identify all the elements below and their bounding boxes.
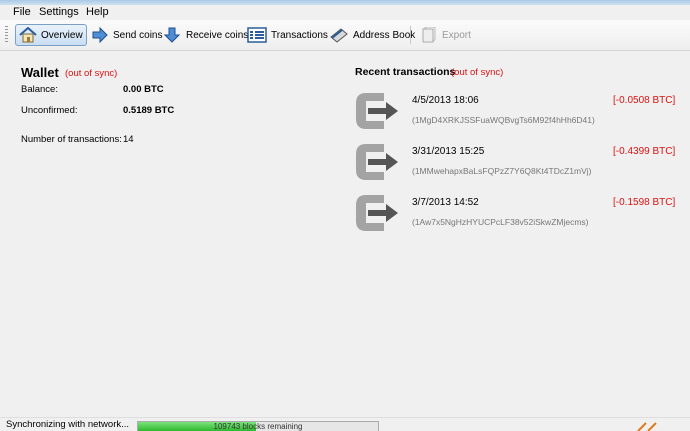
transaction-address: (1MgD4XRKJSSFuaWQBvgTs6M92f4hHh6D41) [412, 115, 595, 125]
receive-arrow-icon [164, 27, 181, 43]
send-coins-button[interactable]: Send coins [88, 24, 165, 46]
transaction-date: 4/5/2013 18:06 [412, 95, 479, 106]
transaction-count-label: Number of transactions: [21, 134, 122, 145]
receive-coins-button[interactable]: Receive coins [161, 24, 251, 46]
receive-coins-label: Receive coins [186, 29, 249, 41]
recent-sync-status: (out of sync) [451, 67, 504, 78]
transaction-address: (1Aw7x5NgHzHYUCPcLF38v52iSkwZMjecms) [412, 217, 589, 227]
balance-value: 0.00 BTC [123, 84, 164, 95]
overview-page: Wallet (out of sync) Balance: 0.00 BTC U… [0, 51, 690, 417]
status-bar: Synchronizing with network... 109743 blo… [0, 417, 690, 431]
overview-button[interactable]: Overview [15, 24, 87, 46]
menu-file[interactable]: File [13, 6, 31, 18]
overview-label: Overview [41, 29, 83, 41]
export-label: Export [442, 29, 471, 41]
address-book-button[interactable]: Address Book [326, 24, 418, 46]
wallet-title: Wallet [21, 65, 59, 80]
export-button[interactable]: Export [417, 24, 474, 46]
unconfirmed-label: Unconfirmed: [21, 105, 78, 116]
sync-activity-icon [637, 422, 657, 431]
menu-bar: File Settings Help [0, 5, 690, 20]
transactions-button[interactable]: Transactions [244, 24, 331, 46]
outgoing-transaction-icon [356, 144, 398, 180]
toolbar-separator [410, 26, 411, 44]
wallet-sync-status: (out of sync) [65, 68, 118, 79]
sync-status-text: Synchronizing with network... [6, 419, 130, 430]
send-coins-label: Send coins [113, 29, 163, 41]
transaction-date: 3/7/2013 14:52 [412, 197, 479, 208]
transactions-label: Transactions [271, 29, 328, 41]
list-icon [247, 27, 267, 43]
export-icon [422, 27, 436, 43]
recent-transactions-title: Recent transactions [355, 66, 456, 78]
transaction-date: 3/31/2013 15:25 [412, 146, 485, 157]
menu-settings[interactable]: Settings [39, 6, 79, 18]
address-book-label: Address Book [353, 29, 416, 41]
outgoing-transaction-icon [356, 93, 398, 129]
outgoing-transaction-icon [356, 195, 398, 231]
transaction-amount: [-0.1598 BTC] [613, 197, 676, 208]
balance-label: Balance: [21, 84, 58, 95]
transaction-amount: [-0.4399 BTC] [613, 146, 676, 157]
transaction-amount: [-0.0508 BTC] [613, 95, 676, 106]
transaction-address: (1MMwehapxBaLsFQPzZ7Y6Q8Kt4TDcZ1mVj) [412, 166, 592, 176]
home-icon [19, 27, 37, 43]
transaction-count-value: 14 [123, 134, 134, 145]
address-book-icon [330, 28, 348, 43]
toolbar-grip[interactable] [5, 26, 8, 44]
send-arrow-icon [92, 27, 108, 43]
toolbar: Overview Send coins Receive coins Transa… [0, 20, 690, 51]
unconfirmed-value: 0.5189 BTC [123, 105, 175, 116]
menu-help[interactable]: Help [86, 6, 109, 18]
